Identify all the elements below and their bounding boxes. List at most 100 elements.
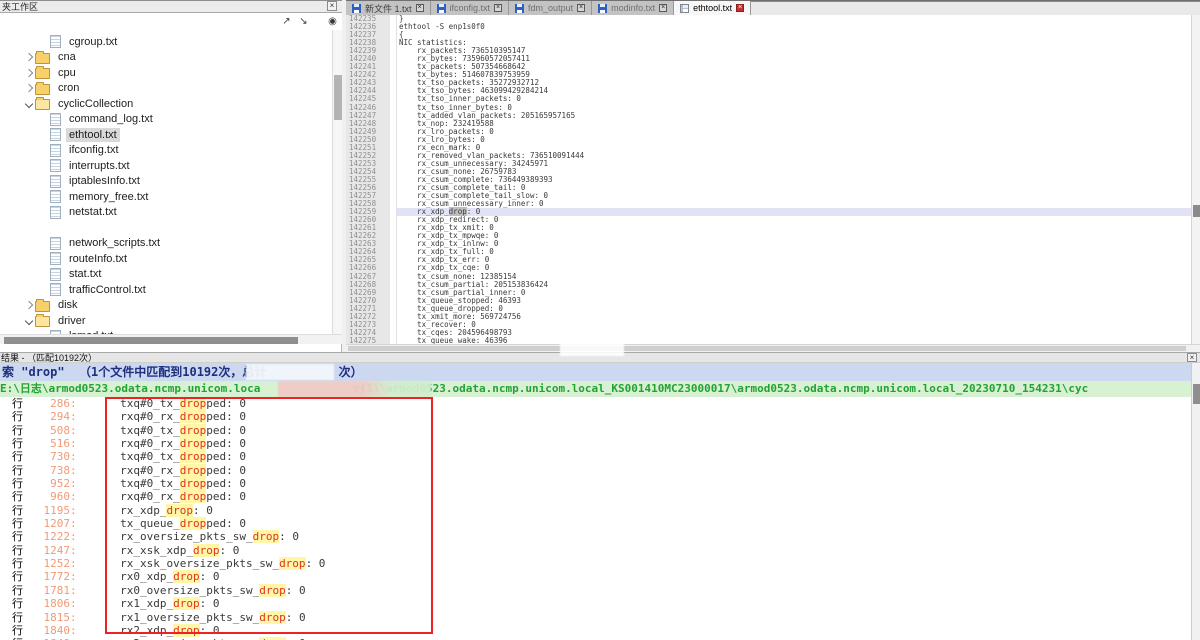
result-row[interactable]: 行1806: rx1_xdp_drop: 0 <box>0 597 1190 610</box>
result-row-line-label: 行 <box>0 424 23 437</box>
result-row-line-number: 508 <box>23 424 70 437</box>
tree-item-cpu[interactable]: cpu <box>0 65 332 81</box>
result-row[interactable]: 行738: rxq#0_rx_dropped: 0 <box>0 464 1190 477</box>
tree-item-label: command_log.txt <box>66 112 156 126</box>
tree-item-label: memory_free.txt <box>66 190 151 204</box>
tab-close-icon[interactable]: × <box>416 4 424 12</box>
chevron-right-icon[interactable] <box>24 300 34 310</box>
tree-item-trafficcontrol-txt[interactable]: trafficControl.txt <box>0 282 332 298</box>
tree-item-cna[interactable]: cna <box>0 50 332 66</box>
result-row-line-number: 738 <box>23 464 70 477</box>
match-highlight: drop <box>180 424 207 437</box>
fold-margin <box>390 208 397 216</box>
tab-close-icon[interactable]: × <box>659 4 667 12</box>
tree-item-cgroup-txt[interactable]: cgroup.txt <box>0 34 332 50</box>
chevron-down-icon[interactable] <box>24 316 34 326</box>
fold-margin <box>390 55 397 63</box>
code-text: rx_xdp_tx_full: 0 <box>397 248 1191 256</box>
locate-file-icon[interactable]: ◉ <box>326 15 339 28</box>
result-row-text: rx_xsk_xdp_drop: 0 <box>94 544 240 557</box>
code-area[interactable]: 142235}142236ethtool -S enp1s0f0142237{1… <box>346 15 1191 344</box>
tree-item-iptablesinfo-txt[interactable]: iptablesInfo.txt <box>0 174 332 190</box>
tree-item-interrupts-txt[interactable]: interrupts.txt <box>0 158 332 174</box>
result-row[interactable]: 行1247: rx_xsk_xdp_drop: 0 <box>0 544 1190 557</box>
collapse-all-icon[interactable]: ↘ <box>297 15 310 28</box>
results-file-path[interactable]: E:\日志\armod0523.odata.ncmp.unicom.loca r… <box>0 381 1200 397</box>
editor-vertical-scrollbar[interactable] <box>1191 15 1200 344</box>
fold-margin <box>390 87 397 95</box>
result-row-line-label: 行 <box>0 624 23 637</box>
code-line: 142236ethtool -S enp1s0f0 <box>346 23 1191 31</box>
result-row[interactable]: 行1815: rx1_oversize_pkts_sw_drop: 0 <box>0 611 1190 624</box>
match-highlight: drop <box>180 490 207 503</box>
match-highlight: drop <box>166 504 193 517</box>
tree-item-routeinfo-txt[interactable]: routeInfo.txt <box>0 251 332 267</box>
workspace-title: 夹工作区 <box>0 0 342 13</box>
tab-close-icon[interactable]: × <box>494 4 502 12</box>
chevron-down-icon[interactable] <box>24 99 34 109</box>
tab-fdm-output[interactable]: fdm_output× <box>509 1 592 15</box>
result-row[interactable]: 行1222: rx_oversize_pkts_sw_drop: 0 <box>0 530 1190 543</box>
tab-modinfo-txt[interactable]: modinfo.txt× <box>592 1 674 15</box>
tree-horizontal-scrollbar[interactable] <box>0 334 342 344</box>
fold-margin <box>390 168 397 176</box>
tree-item-ifconfig-txt[interactable]: ifconfig.txt <box>0 143 332 159</box>
tree-item-memory-free-txt[interactable]: memory_free.txt <box>0 189 332 205</box>
chevron-right-icon[interactable] <box>24 68 34 78</box>
result-row[interactable]: 行294: rxq#0_rx_dropped: 0 <box>0 410 1190 423</box>
result-row[interactable]: 行1772: rx0_xdp_drop: 0 <box>0 570 1190 583</box>
results-vertical-scrollbar-thumb[interactable] <box>1193 384 1200 404</box>
tree-item-stat-txt[interactable]: stat.txt <box>0 267 332 283</box>
tree-item-netstat-txt[interactable]: netstat.txt <box>0 205 332 221</box>
result-row[interactable]: 行1207: tx_queue_dropped: 0 <box>0 517 1190 530</box>
tree-item-network-scripts-txt[interactable]: network_scripts.txt <box>0 236 332 252</box>
results-close-icon[interactable]: × <box>1187 353 1197 362</box>
tab-close-icon[interactable]: × <box>736 4 744 12</box>
result-row[interactable]: 行508: txq#0_tx_dropped: 0 <box>0 424 1190 437</box>
tree-item-label: ethtool.txt <box>66 128 120 142</box>
result-row[interactable]: 行960: rxq#0_rx_dropped: 0 <box>0 490 1190 503</box>
expand-all-icon[interactable]: ↗ <box>280 15 293 28</box>
result-row-colon: : <box>70 437 77 450</box>
results-vertical-scrollbar[interactable] <box>1191 363 1200 640</box>
tree-item-label: trafficControl.txt <box>66 283 149 297</box>
tree-item-label: cgroup.txt <box>66 35 120 49</box>
match-highlight: drop <box>193 544 220 557</box>
tree-vertical-scrollbar-thumb[interactable] <box>334 75 342 120</box>
result-row[interactable]: 行516: rxq#0_rx_dropped: 0 <box>0 437 1190 450</box>
tab-bar: 新文件 1.txt×ifconfig.txt×fdm_output×modinf… <box>346 0 1200 15</box>
tree-horizontal-scrollbar-thumb[interactable] <box>4 337 298 344</box>
tree-vertical-scrollbar[interactable] <box>332 30 342 334</box>
result-row[interactable]: 行730: txq#0_tx_dropped: 0 <box>0 450 1190 463</box>
fold-margin <box>390 184 397 192</box>
chevron-right-icon[interactable] <box>24 52 34 62</box>
chevron-right-icon[interactable] <box>24 83 34 93</box>
tree-item-disk[interactable]: disk <box>0 298 332 314</box>
fold-margin <box>390 273 397 281</box>
result-row[interactable]: 行286: txq#0_tx_dropped: 0 <box>0 397 1190 410</box>
editor-horizontal-scrollbar-thumb[interactable] <box>348 346 1186 351</box>
result-row-colon: : <box>70 530 77 543</box>
tree-item-cron[interactable]: cron <box>0 81 332 97</box>
result-row-line-label: 行 <box>0 490 23 503</box>
result-row-text: txq#0_tx_dropped: 0 <box>94 477 246 490</box>
editor-horizontal-scrollbar[interactable] <box>346 344 1200 352</box>
result-row[interactable]: 行1252: rx_xsk_oversize_pkts_sw_drop: 0 <box>0 557 1190 570</box>
tab-ethtool-txt[interactable]: ethtool.txt× <box>674 1 751 15</box>
tree-item-ethtool-txt[interactable]: ethtool.txt <box>0 127 332 143</box>
result-row-line-number: 1252 <box>23 557 70 570</box>
tree-item-cycliccollection[interactable]: cyclicCollection <box>0 96 332 112</box>
result-row[interactable]: 行1781: rx0_oversize_pkts_sw_drop: 0 <box>0 584 1190 597</box>
result-row[interactable]: 行1840: rx2_xdp_drop: 0 <box>0 624 1190 637</box>
tab-close-icon[interactable]: × <box>577 4 585 12</box>
save-icon <box>598 4 607 13</box>
tab--1-txt[interactable]: 新文件 1.txt× <box>346 1 431 15</box>
result-row[interactable]: 行952: txq#0_tx_dropped: 0 <box>0 477 1190 490</box>
tree-item-driver[interactable]: driver <box>0 313 332 329</box>
code-text: ethtool -S enp1s0f0 <box>397 23 1191 31</box>
workspace-close-icon[interactable]: × <box>327 1 337 11</box>
result-row[interactable]: 行1195: rx_xdp_drop: 0 <box>0 504 1190 517</box>
editor-vertical-scrollbar-thumb[interactable] <box>1193 205 1200 217</box>
tree-item-command-log-txt[interactable]: command_log.txt <box>0 112 332 128</box>
tab-ifconfig-txt[interactable]: ifconfig.txt× <box>431 1 510 15</box>
